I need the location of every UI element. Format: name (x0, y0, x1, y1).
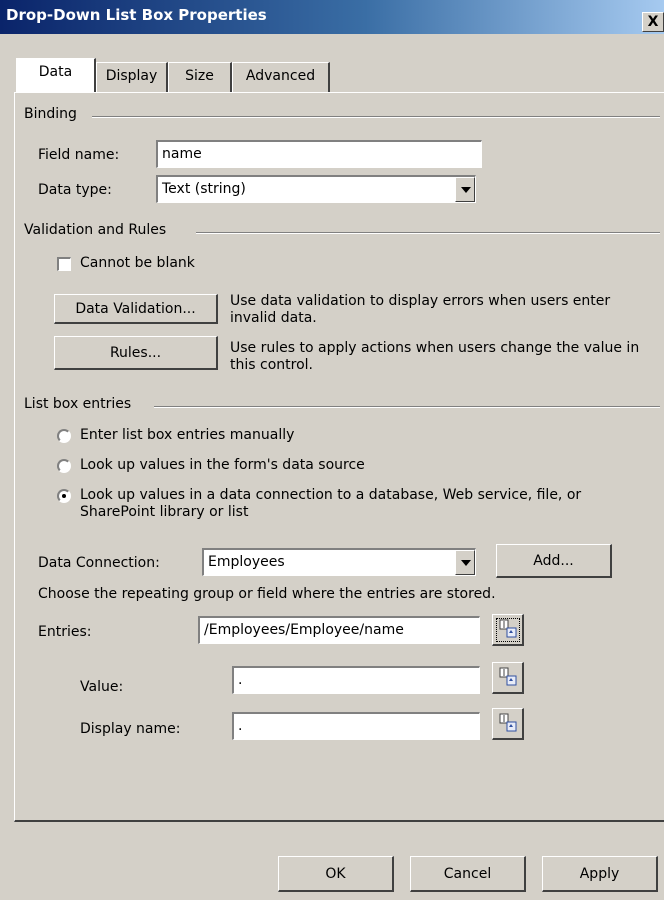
data-validation-button[interactable]: Data Validation... (54, 294, 218, 324)
xpath-tree-icon (499, 619, 517, 638)
rules-button[interactable]: Rules... (54, 336, 218, 370)
tab-display[interactable]: Display (96, 62, 168, 92)
field-name-input[interactable]: name (156, 140, 482, 168)
display-name-select-xpath-button[interactable] (492, 708, 524, 740)
radio-form-data-source-label: Look up values in the form's data source (80, 457, 365, 473)
divider (154, 406, 660, 408)
rules-description: Use rules to apply actions when users ch… (230, 340, 640, 373)
entries-xpath-input[interactable]: /Employees/Employee/name (198, 616, 480, 644)
dialog-title: Drop-Down List Box Properties (6, 6, 267, 24)
apply-button[interactable]: Apply (542, 856, 658, 892)
ok-button[interactable]: OK (278, 856, 394, 892)
tab-size[interactable]: Size (168, 62, 232, 92)
chevron-down-icon[interactable] (455, 550, 475, 575)
cannot-be-blank-label: Cannot be blank (80, 255, 195, 271)
field-name-label: Field name: (38, 147, 120, 163)
tab-data-label: Data (38, 64, 73, 80)
rules-button-label: Rules... (109, 345, 162, 361)
close-icon: X (647, 14, 659, 30)
divider (196, 232, 660, 234)
tab-data[interactable]: Data (16, 58, 96, 92)
cannot-be-blank-checkbox[interactable] (57, 257, 71, 271)
radio-form-data-source[interactable] (57, 459, 71, 473)
add-connection-button-label: Add... (533, 553, 574, 569)
xpath-tree-icon (499, 713, 517, 732)
tab-advanced[interactable]: Advanced (232, 62, 330, 92)
radio-enter-manually-label: Enter list box entries manually (80, 427, 295, 443)
value-xpath-input[interactable]: . (232, 666, 480, 694)
add-connection-button[interactable]: Add... (496, 544, 612, 578)
ok-button-label: OK (325, 866, 346, 882)
list-entries-section-label: List box entries (24, 396, 132, 412)
cancel-button-label: Cancel (443, 866, 492, 882)
tab-display-label: Display (105, 68, 158, 84)
xpath-tree-icon (499, 667, 517, 686)
choose-instruction-text: Choose the repeating group or field wher… (38, 586, 496, 602)
entries-select-xpath-button[interactable] (492, 614, 524, 646)
data-type-label: Data type: (38, 182, 112, 198)
value-label: Value: (80, 679, 124, 695)
data-type-value: Text (string) (162, 181, 246, 197)
data-connection-label: Data Connection: (38, 555, 160, 571)
close-button[interactable]: X (642, 12, 664, 32)
display-name-xpath-input[interactable]: . (232, 712, 480, 740)
chevron-down-icon[interactable] (455, 177, 475, 202)
value-select-xpath-button[interactable] (492, 662, 524, 694)
data-validation-button-label: Data Validation... (75, 301, 196, 317)
properties-dialog: Drop-Down List Box Properties X Data Dis… (0, 0, 664, 900)
entries-label: Entries: (38, 624, 92, 640)
data-type-select[interactable]: Text (string) (156, 175, 476, 203)
tab-advanced-label: Advanced (245, 68, 316, 84)
divider (92, 116, 660, 118)
tab-size-label: Size (185, 68, 214, 84)
binding-section-label: Binding (24, 106, 77, 122)
validation-section-label: Validation and Rules (24, 222, 167, 238)
data-validation-description: Use data validation to display errors wh… (230, 293, 611, 326)
radio-enter-manually[interactable] (57, 429, 71, 443)
data-connection-select[interactable]: Employees (202, 548, 476, 576)
radio-data-connection-label: Look up values in a data connection to a… (80, 487, 582, 520)
data-connection-value: Employees (208, 554, 285, 570)
apply-button-label: Apply (579, 866, 620, 882)
display-name-label: Display name: (80, 721, 181, 737)
cancel-button[interactable]: Cancel (410, 856, 526, 892)
radio-data-connection[interactable] (57, 489, 71, 503)
title-bar: Drop-Down List Box Properties X (0, 0, 664, 34)
